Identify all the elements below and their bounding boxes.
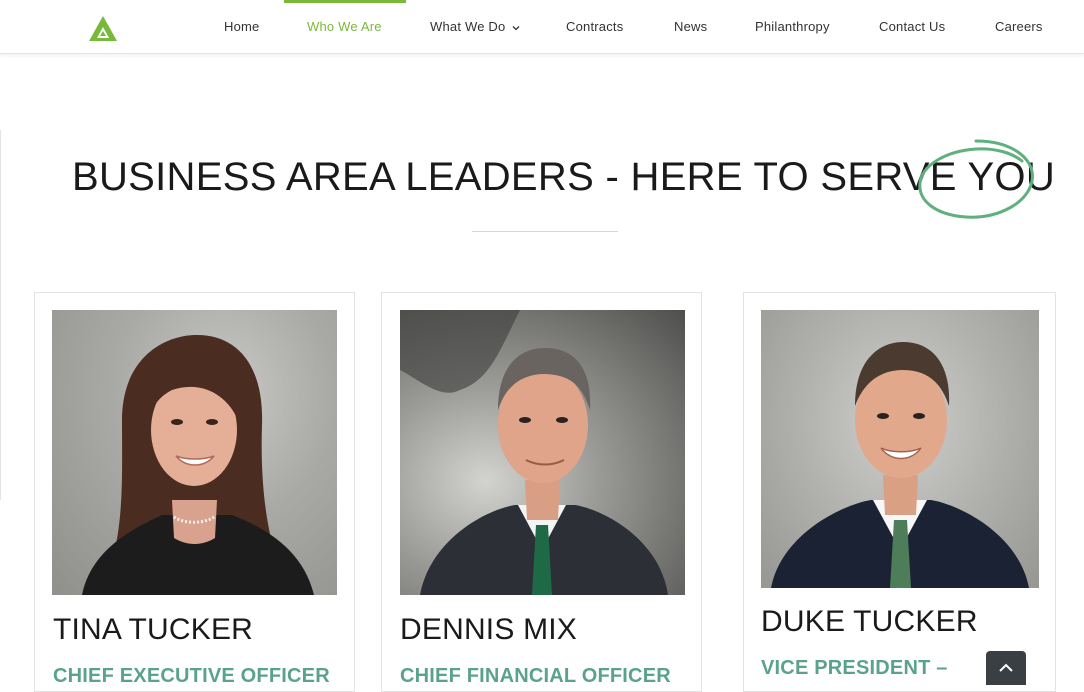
nav-careers-label: Careers xyxy=(995,19,1043,34)
hand-drawn-circle-icon xyxy=(918,139,1034,219)
heading-divider xyxy=(472,231,618,232)
nav-contracts-label: Contracts xyxy=(566,19,624,34)
nav-careers[interactable]: Careers xyxy=(995,0,1043,54)
chevron-up-icon xyxy=(999,663,1013,672)
portrait-man-icon xyxy=(400,310,668,595)
leader-card: DENNIS MIX CHIEF FINANCIAL OFFICER xyxy=(381,292,702,692)
nav-contracts[interactable]: Contracts xyxy=(566,0,623,54)
nav-contact-us[interactable]: Contact Us xyxy=(879,0,945,54)
main-nav: Home Who We Are What We Do Contracts New… xyxy=(0,0,1084,54)
leader-role: VICE PRESIDENT – xyxy=(761,657,948,679)
section-heading: BUSINESS AREA LEADERS - HERE TO SERVE YO… xyxy=(0,139,1084,219)
leader-name: TINA TUCKER xyxy=(53,613,254,646)
nav-home-label: Home xyxy=(224,19,260,34)
leader-name: DUKE TUCKER xyxy=(761,605,978,638)
nav-who-we-are-label: Who We Are xyxy=(307,19,382,34)
nav-what-we-do-label: What We Do xyxy=(430,19,506,34)
leader-card: DUKE TUCKER VICE PRESIDENT – xyxy=(743,292,1056,692)
site-header: Home Who We Are What We Do Contracts New… xyxy=(0,0,1084,54)
nav-philanthropy[interactable]: Philanthropy xyxy=(755,0,830,54)
nav-who-we-are[interactable]: Who We Are xyxy=(284,0,406,54)
leader-role: CHIEF FINANCIAL OFFICER xyxy=(400,665,671,687)
leader-role: CHIEF EXECUTIVE OFFICER xyxy=(53,665,330,687)
nav-contact-us-label: Contact Us xyxy=(879,19,946,34)
nav-what-we-do[interactable]: What We Do xyxy=(430,0,521,54)
page-title: BUSINESS AREA LEADERS - HERE TO SERVE YO… xyxy=(72,155,1055,200)
leader-photo xyxy=(400,310,685,595)
leader-name: DENNIS MIX xyxy=(400,613,578,646)
nav-news[interactable]: News xyxy=(674,0,707,54)
portrait-woman-icon xyxy=(82,335,314,595)
heading-main-text: BUSINESS AREA LEADERS - HERE TO SERVE xyxy=(72,155,968,199)
leader-card: TINA TUCKER CHIEF EXECUTIVE OFFICER xyxy=(34,292,355,692)
chevron-down-icon xyxy=(512,25,520,30)
leader-photo xyxy=(52,310,337,595)
nav-news-label: News xyxy=(674,19,708,34)
nav-philanthropy-label: Philanthropy xyxy=(755,19,830,34)
leader-photo xyxy=(761,310,1039,588)
nav-home[interactable]: Home xyxy=(224,0,259,54)
portrait-man-icon xyxy=(771,342,1029,588)
